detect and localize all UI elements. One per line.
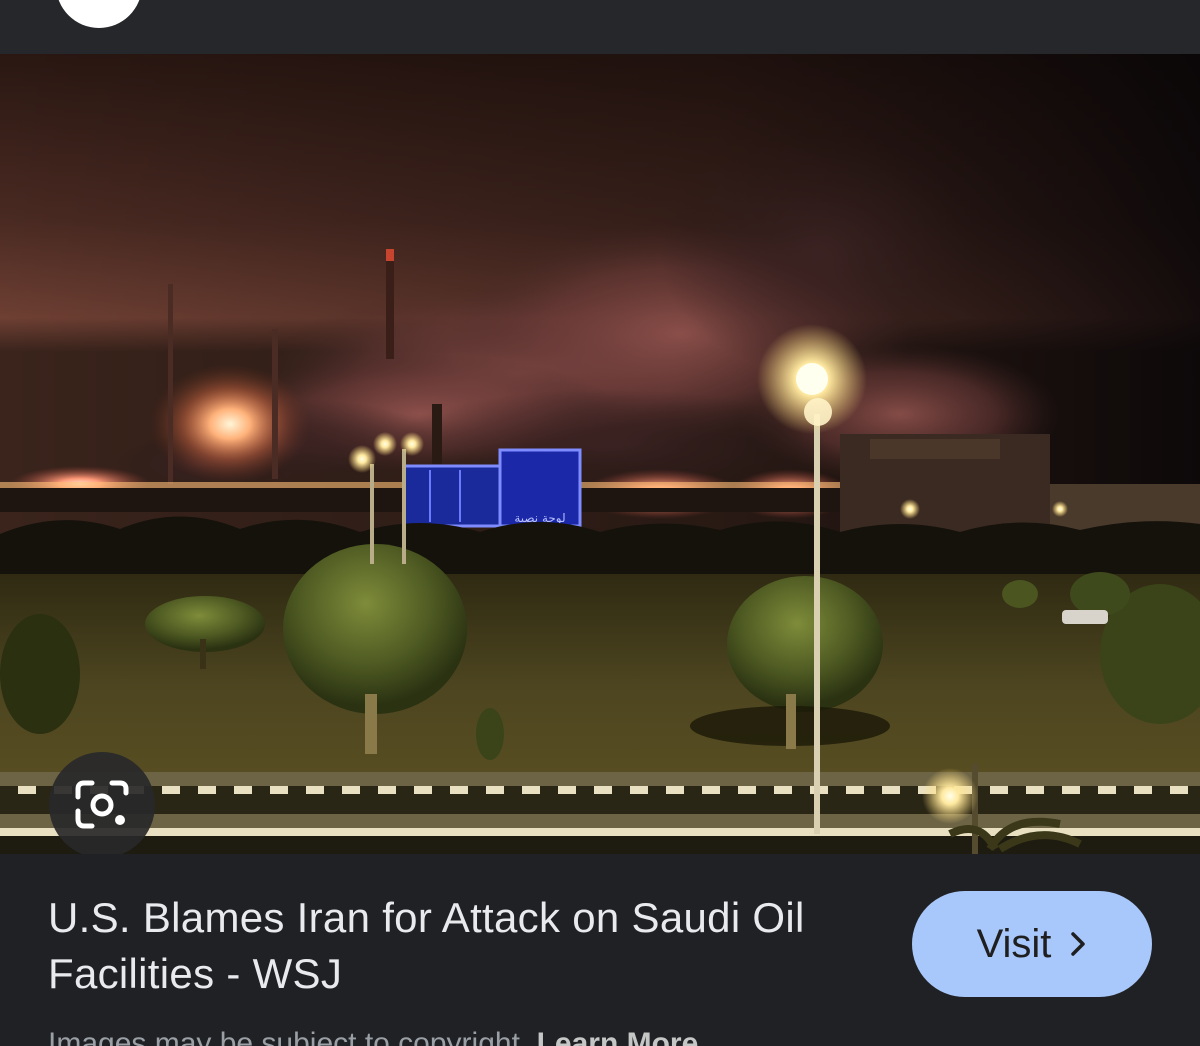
result-caption: U.S. Blames Iran for Attack on Saudi Oil… <box>0 854 1200 1046</box>
top-bar <box>0 0 1200 54</box>
road-stripe-gap <box>900 786 918 794</box>
road-stripe-gap <box>0 786 18 794</box>
road-stripe-gap <box>684 786 702 794</box>
road-stripe-gap <box>1044 786 1062 794</box>
copyright-note: Images may be subject to copyright. Lear… <box>48 1024 698 1046</box>
road-stripe-gap <box>864 786 882 794</box>
road-stripes <box>0 786 1200 794</box>
result-title[interactable]: U.S. Blames Iran for Attack on Saudi Oil… <box>48 890 888 1002</box>
road-stripe-gap <box>180 786 198 794</box>
road-stripe-gap <box>324 786 342 794</box>
night-fire-photo: لوحة نصية <box>0 54 1200 854</box>
road-stripe-gap <box>1152 786 1170 794</box>
result-image[interactable]: لوحة نصية <box>0 54 1200 854</box>
chevron-right-icon <box>1071 932 1086 956</box>
road-stripe-gap <box>792 786 810 794</box>
road-stripe-gap <box>576 786 594 794</box>
road-stripe-gap <box>756 786 774 794</box>
road-stripe-gap <box>612 786 630 794</box>
road-stripe-gap <box>1080 786 1098 794</box>
road-stripe-gap <box>1116 786 1134 794</box>
road-stripe-gap <box>468 786 486 794</box>
road-stripe-gap <box>1188 786 1200 794</box>
source-favicon-icon[interactable] <box>56 0 142 28</box>
visit-label: Visit <box>976 921 1052 966</box>
road-stripe-gap <box>396 786 414 794</box>
road-stripe-gap <box>288 786 306 794</box>
road-stripe-gap <box>720 786 738 794</box>
road-stripe-gap <box>828 786 846 794</box>
road-stripe-gap <box>540 786 558 794</box>
road-stripe-gap <box>360 786 378 794</box>
image-result-viewer: لوحة نصية U.S. Blames Iran for Attack on… <box>0 0 1200 1046</box>
road-stripe-gap <box>504 786 522 794</box>
road-stripe-gap <box>216 786 234 794</box>
lens-icon <box>75 780 129 829</box>
road-stripe-gap <box>648 786 666 794</box>
learn-more-link[interactable]: Learn More <box>537 1027 699 1046</box>
road-stripe-gap <box>432 786 450 794</box>
road-stripe-gap <box>252 786 270 794</box>
visit-button[interactable]: Visit <box>912 891 1152 997</box>
google-lens-button[interactable] <box>49 752 155 854</box>
copyright-text: Images may be subject to copyright. <box>48 1027 529 1046</box>
road-stripe-gap <box>1008 786 1026 794</box>
